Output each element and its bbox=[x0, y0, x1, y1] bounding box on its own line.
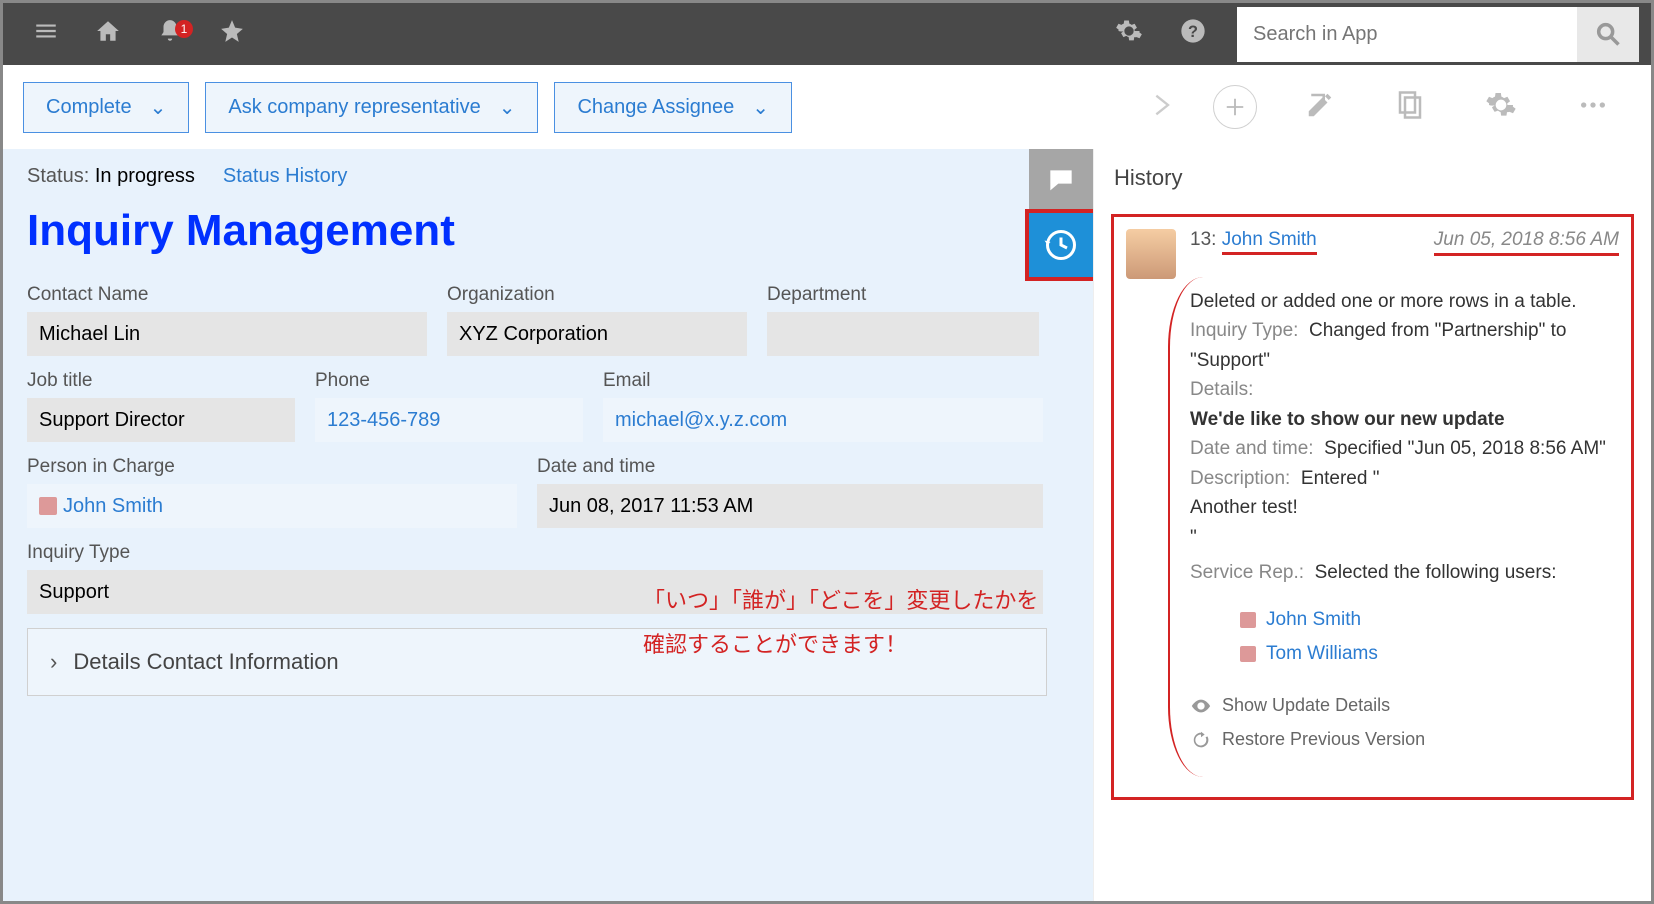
search-button[interactable] bbox=[1577, 7, 1639, 62]
entry-timestamp: Jun 05, 2018 8:56 AM bbox=[1434, 229, 1619, 256]
description-line2: Another test! bbox=[1190, 493, 1619, 522]
page-title: Inquiry Management bbox=[27, 206, 1069, 256]
status-history-link[interactable]: Status History bbox=[223, 165, 347, 188]
status-value: In progress bbox=[95, 165, 195, 187]
datetime-key: Date and time: bbox=[1190, 438, 1314, 459]
datetime-value: Specified "Jun 05, 2018 8:56 AM" bbox=[1324, 438, 1606, 459]
home-icon[interactable] bbox=[77, 18, 139, 51]
complete-button[interactable]: Complete ⌄ bbox=[23, 82, 189, 133]
change-assignee-label: Change Assignee bbox=[577, 96, 734, 119]
job-title-label: Job title bbox=[27, 370, 295, 392]
service-rep-key: Service Rep.: bbox=[1190, 562, 1304, 583]
description-value: Entered " bbox=[1301, 468, 1380, 489]
star-icon[interactable] bbox=[201, 18, 263, 51]
restore-label: Restore Previous Version bbox=[1222, 726, 1425, 754]
ask-rep-button[interactable]: Ask company representative ⌄ bbox=[205, 82, 538, 133]
chevron-right-icon: › bbox=[50, 649, 57, 674]
restore-button[interactable]: Restore Previous Version bbox=[1190, 726, 1619, 754]
inquiry-type-key: Inquiry Type: bbox=[1190, 320, 1298, 341]
chevron-down-icon: ⌄ bbox=[752, 95, 769, 120]
copy-icon[interactable] bbox=[1373, 90, 1447, 125]
selected-user[interactable]: John Smith bbox=[1240, 605, 1619, 634]
inquiry-type-label: Inquiry Type bbox=[27, 542, 1043, 564]
service-rep-value: Selected the following users: bbox=[1315, 562, 1557, 583]
department-value bbox=[767, 312, 1039, 356]
search-input[interactable] bbox=[1237, 7, 1577, 62]
gear-icon[interactable] bbox=[1097, 17, 1161, 52]
phone-value[interactable]: 123-456-789 bbox=[315, 398, 583, 442]
show-details-label: Show Update Details bbox=[1222, 692, 1390, 720]
callout-line2: 確認することができます！ bbox=[643, 623, 1038, 667]
avatar bbox=[1240, 646, 1256, 662]
description-line3: " bbox=[1190, 523, 1619, 552]
user-name: Tom Williams bbox=[1266, 639, 1378, 668]
details-value: We'de like to show our new update bbox=[1190, 405, 1619, 434]
email-value[interactable]: michael@x.y.z.com bbox=[603, 398, 1043, 442]
history-panel: History 13: John Smith Jun 05, 2018 8:56… bbox=[1093, 149, 1651, 901]
help-icon[interactable]: ? bbox=[1161, 17, 1225, 52]
organization-label: Organization bbox=[447, 284, 747, 306]
change-assignee-button[interactable]: Change Assignee ⌄ bbox=[554, 82, 792, 133]
chevron-right-icon[interactable] bbox=[1125, 85, 1197, 130]
selected-user[interactable]: Tom Williams bbox=[1240, 639, 1619, 668]
avatar bbox=[1240, 612, 1256, 628]
history-tab[interactable] bbox=[1029, 213, 1093, 277]
chevron-down-icon: ⌄ bbox=[499, 95, 516, 120]
description-key: Description: bbox=[1190, 468, 1290, 489]
form-area: Status: In progress Status History Inqui… bbox=[3, 149, 1093, 901]
contact-name-label: Contact Name bbox=[27, 284, 427, 306]
add-button[interactable] bbox=[1213, 85, 1257, 129]
accordion-label: Details Contact Information bbox=[73, 649, 338, 674]
svg-text:?: ? bbox=[1188, 22, 1198, 40]
entry-summary: Deleted or added one or more rows in a t… bbox=[1190, 287, 1619, 316]
complete-label: Complete bbox=[46, 96, 132, 119]
history-entry: 13: John Smith Jun 05, 2018 8:56 AM Dele… bbox=[1114, 217, 1631, 797]
avatar bbox=[1126, 229, 1176, 279]
contact-name-value: Michael Lin bbox=[27, 312, 427, 356]
menu-icon[interactable] bbox=[15, 18, 77, 51]
avatar bbox=[39, 497, 57, 515]
more-icon[interactable] bbox=[1555, 89, 1631, 126]
person-in-charge-value[interactable]: John Smith bbox=[27, 484, 517, 528]
job-title-value: Support Director bbox=[27, 398, 295, 442]
comments-tab[interactable] bbox=[1029, 149, 1093, 213]
top-bar: 1 ? bbox=[3, 3, 1651, 65]
department-label: Department bbox=[767, 284, 1039, 306]
show-details-button[interactable]: Show Update Details bbox=[1190, 692, 1619, 720]
date-time-value: Jun 08, 2017 11:53 AM bbox=[537, 484, 1043, 528]
chevron-down-icon: ⌄ bbox=[150, 95, 167, 120]
date-time-label: Date and time bbox=[537, 456, 1043, 478]
ask-rep-label: Ask company representative bbox=[228, 96, 480, 119]
bell-icon[interactable]: 1 bbox=[139, 18, 201, 51]
notification-badge: 1 bbox=[175, 20, 193, 38]
annotation-callout: 「いつ」「誰が」「どこを」変更したかを 確認することができます！ bbox=[643, 579, 1038, 667]
search-container bbox=[1237, 7, 1639, 62]
settings-icon[interactable] bbox=[1463, 89, 1539, 126]
callout-line1: 「いつ」「誰が」「どこを」変更したかを bbox=[643, 579, 1038, 623]
status-label: Status: bbox=[27, 165, 89, 187]
email-label: Email bbox=[603, 370, 1043, 392]
edit-icon[interactable] bbox=[1283, 90, 1357, 125]
phone-label: Phone bbox=[315, 370, 583, 392]
details-key: Details: bbox=[1190, 375, 1619, 404]
history-title: History bbox=[1114, 165, 1631, 191]
entry-user[interactable]: John Smith bbox=[1222, 229, 1317, 255]
user-name: John Smith bbox=[1266, 605, 1361, 634]
action-bar: Complete ⌄ Ask company representative ⌄ Ch… bbox=[3, 65, 1651, 149]
entry-number: 13: bbox=[1190, 229, 1216, 250]
person-in-charge-label: Person in Charge bbox=[27, 456, 517, 478]
status-row: Status: In progress Status History bbox=[27, 165, 1069, 188]
organization-value: XYZ Corporation bbox=[447, 312, 747, 356]
person-in-charge-name: John Smith bbox=[63, 495, 163, 518]
